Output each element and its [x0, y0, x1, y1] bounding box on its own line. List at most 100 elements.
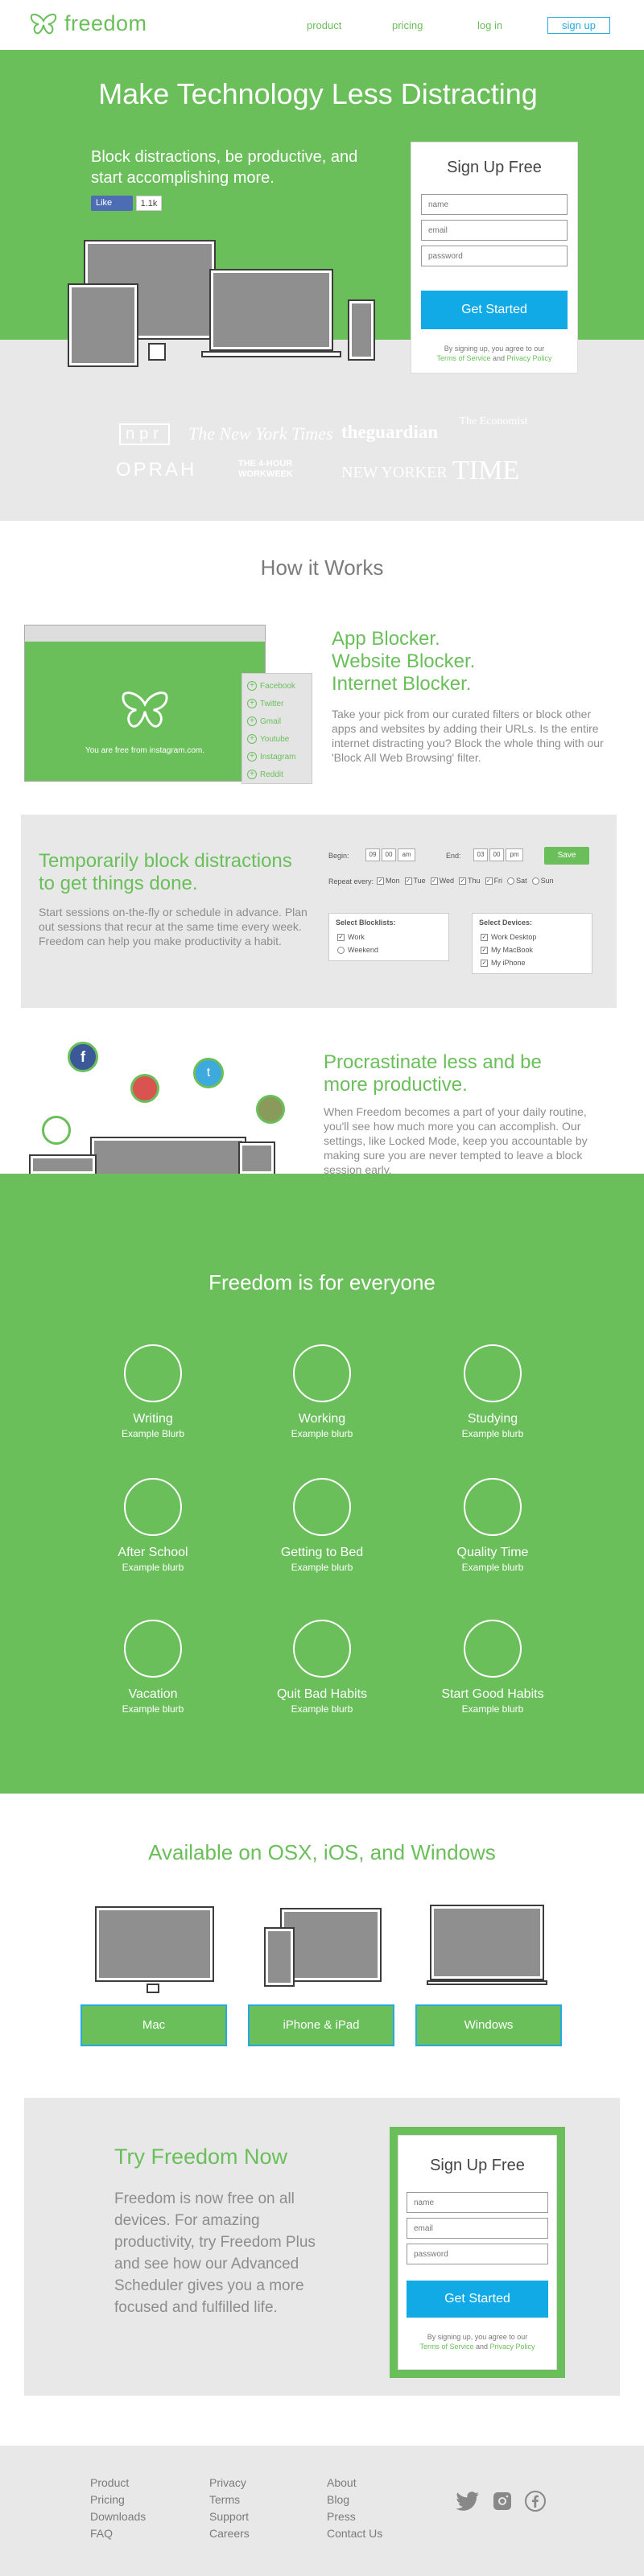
iphone-ipad-illustration: [262, 1906, 383, 1995]
email-field[interactable]: [407, 2218, 548, 2239]
laptop-screen: [430, 1905, 544, 1980]
nav-product[interactable]: product: [307, 19, 341, 31]
checkbox-checked-icon: ✓: [459, 877, 467, 885]
facebook-icon[interactable]: [525, 2491, 546, 2512]
end-hour-field[interactable]: 03: [473, 848, 488, 861]
menu-item-facebook[interactable]: + Facebook: [242, 677, 312, 695]
use-case-quality-time[interactable]: Quality Time Example blurb: [420, 1478, 565, 1573]
device-work-desktop[interactable]: ✓ Work Desktop: [481, 933, 536, 941]
password-field[interactable]: [421, 246, 568, 266]
feature-blocker-body: Take your pick from our curated filters …: [332, 708, 604, 764]
menu-item-gmail[interactable]: + Gmail: [242, 712, 312, 730]
menu-item-reddit[interactable]: + Reddit: [242, 766, 312, 783]
footer-link-press[interactable]: Press: [327, 2508, 382, 2525]
end-minute-field[interactable]: 00: [489, 848, 504, 861]
privacy-link[interactable]: Privacy Policy: [490, 2343, 535, 2351]
blocklists-card: Select Blocklists: ✓ Work Weekend: [328, 913, 449, 961]
brand-logo[interactable]: freedom: [29, 11, 147, 36]
instagram-icon[interactable]: [493, 2491, 512, 2511]
nav-login[interactable]: log in: [477, 19, 502, 31]
day-fri[interactable]: ✓ Fri: [485, 877, 502, 885]
platforms-title: Available on OSX, iOS, and Windows: [148, 1840, 496, 1864]
use-case-start-good-habits[interactable]: Start Good Habits Example blurb: [420, 1620, 565, 1715]
device-iphone[interactable]: ✓ My iPhone: [481, 959, 526, 967]
menu-item-youtube[interactable]: + Youtube: [242, 730, 312, 748]
get-started-button[interactable]: Get Started: [407, 2281, 548, 2318]
menu-item-twitter[interactable]: + Twitter: [242, 695, 312, 712]
footer-link-careers[interactable]: Careers: [209, 2525, 250, 2542]
use-case-writing[interactable]: Writing Example Blurb: [80, 1344, 225, 1439]
menu-item-instagram[interactable]: + Instagram: [242, 748, 312, 766]
use-case-icon: [124, 1344, 182, 1402]
use-case-working[interactable]: Working Example blurb: [250, 1344, 394, 1439]
end-ampm-field[interactable]: pm: [506, 848, 523, 861]
get-started-button[interactable]: Get Started: [421, 291, 568, 329]
laptop-base: [427, 1980, 547, 1985]
nav-pricing[interactable]: pricing: [392, 19, 423, 31]
feature-productive-body: When Freedom becomes a part of your dail…: [324, 1105, 588, 1176]
windows-download-button[interactable]: Windows: [415, 2004, 562, 2046]
footer-link-blog[interactable]: Blog: [327, 2491, 382, 2508]
desktop-screen: [90, 1137, 246, 1175]
ipad: [280, 1908, 382, 1982]
privacy-link[interactable]: Privacy Policy: [507, 354, 552, 362]
facebook-like-button[interactable]: Like: [91, 196, 133, 211]
footer-link-downloads[interactable]: Downloads: [90, 2508, 146, 2525]
begin-hour-field[interactable]: 09: [365, 848, 380, 861]
checkbox-checked-icon: ✓: [481, 946, 488, 954]
footer-link-faq[interactable]: FAQ: [90, 2525, 146, 2542]
use-case-icon: [124, 1478, 182, 1536]
footer-link-about[interactable]: About: [327, 2475, 382, 2491]
day-wed[interactable]: ✓ Wed: [430, 877, 454, 885]
terms-link[interactable]: Terms of Service: [436, 354, 490, 362]
use-case-studying[interactable]: Studying Example blurb: [420, 1344, 565, 1439]
press-logo-new-yorker: NEW YORKER: [341, 464, 448, 481]
day-tue[interactable]: ✓ Tue: [404, 877, 426, 885]
use-case-quit-bad-habits[interactable]: Quit Bad Habits Example blurb: [250, 1620, 394, 1715]
laptop-screen: [209, 269, 333, 351]
nav-signup-button[interactable]: sign up: [547, 17, 610, 34]
password-field[interactable]: [407, 2244, 548, 2264]
radio-icon: [337, 946, 345, 954]
iphone: [264, 1927, 295, 1987]
phone: [348, 299, 375, 361]
footer-link-pricing[interactable]: Pricing: [90, 2491, 146, 2508]
how-it-works-title: How it Works: [260, 555, 384, 580]
footer-link-contact[interactable]: Contact Us: [327, 2525, 382, 2542]
day-mon[interactable]: ✓ Mon: [377, 877, 400, 885]
device-macbook[interactable]: ✓ My MacBook: [481, 946, 533, 954]
terms-link[interactable]: Terms of Service: [419, 2343, 473, 2351]
use-case-icon: [464, 1344, 522, 1402]
begin-ampm-field[interactable]: am: [398, 848, 415, 861]
use-case-after-school[interactable]: After School Example blurb: [80, 1478, 225, 1573]
footer-link-privacy[interactable]: Privacy: [209, 2475, 250, 2491]
begin-minute-field[interactable]: 00: [382, 848, 396, 861]
name-field[interactable]: [407, 2192, 548, 2213]
footer-link-terms[interactable]: Terms: [209, 2491, 250, 2508]
feature-scheduler-title: Temporarily block distractions to get th…: [39, 850, 292, 894]
day-sat[interactable]: Sat: [507, 877, 527, 885]
ios-download-button[interactable]: iPhone & iPad: [248, 2004, 394, 2046]
footer-link-product[interactable]: Product: [90, 2475, 146, 2491]
name-field[interactable]: [421, 194, 568, 215]
twitter-icon[interactable]: [456, 2491, 480, 2511]
footer-link-support[interactable]: Support: [209, 2508, 250, 2525]
blocklist-weekend[interactable]: Weekend: [337, 946, 378, 954]
blocked-sites-menu: + Facebook + Twitter + Gmail + Youtube + Inst…: [242, 673, 312, 784]
radio-icon: [507, 877, 515, 885]
day-sun[interactable]: Sun: [531, 877, 554, 885]
email-field[interactable]: [421, 220, 568, 241]
signup-title: Sign Up Free: [447, 159, 542, 176]
use-case-vacation[interactable]: Vacation Example blurb: [80, 1620, 225, 1715]
tablet: [29, 1154, 97, 1175]
browser-toolbar: [25, 625, 265, 642]
use-case-icon: [464, 1478, 522, 1536]
hero-subtitle: Block distractions, be productive, and s…: [91, 148, 358, 187]
use-case-getting-to-bed[interactable]: Getting to Bed Example blurb: [250, 1478, 394, 1573]
mac-download-button[interactable]: Mac: [80, 2004, 227, 2046]
use-cases-title: Freedom is for everyone: [208, 1270, 436, 1294]
blocklist-work[interactable]: ✓ Work: [337, 933, 365, 941]
press-logo-economist: The Economist: [459, 415, 528, 427]
save-button[interactable]: Save: [544, 847, 589, 865]
day-thu[interactable]: ✓ Thu: [459, 877, 481, 885]
